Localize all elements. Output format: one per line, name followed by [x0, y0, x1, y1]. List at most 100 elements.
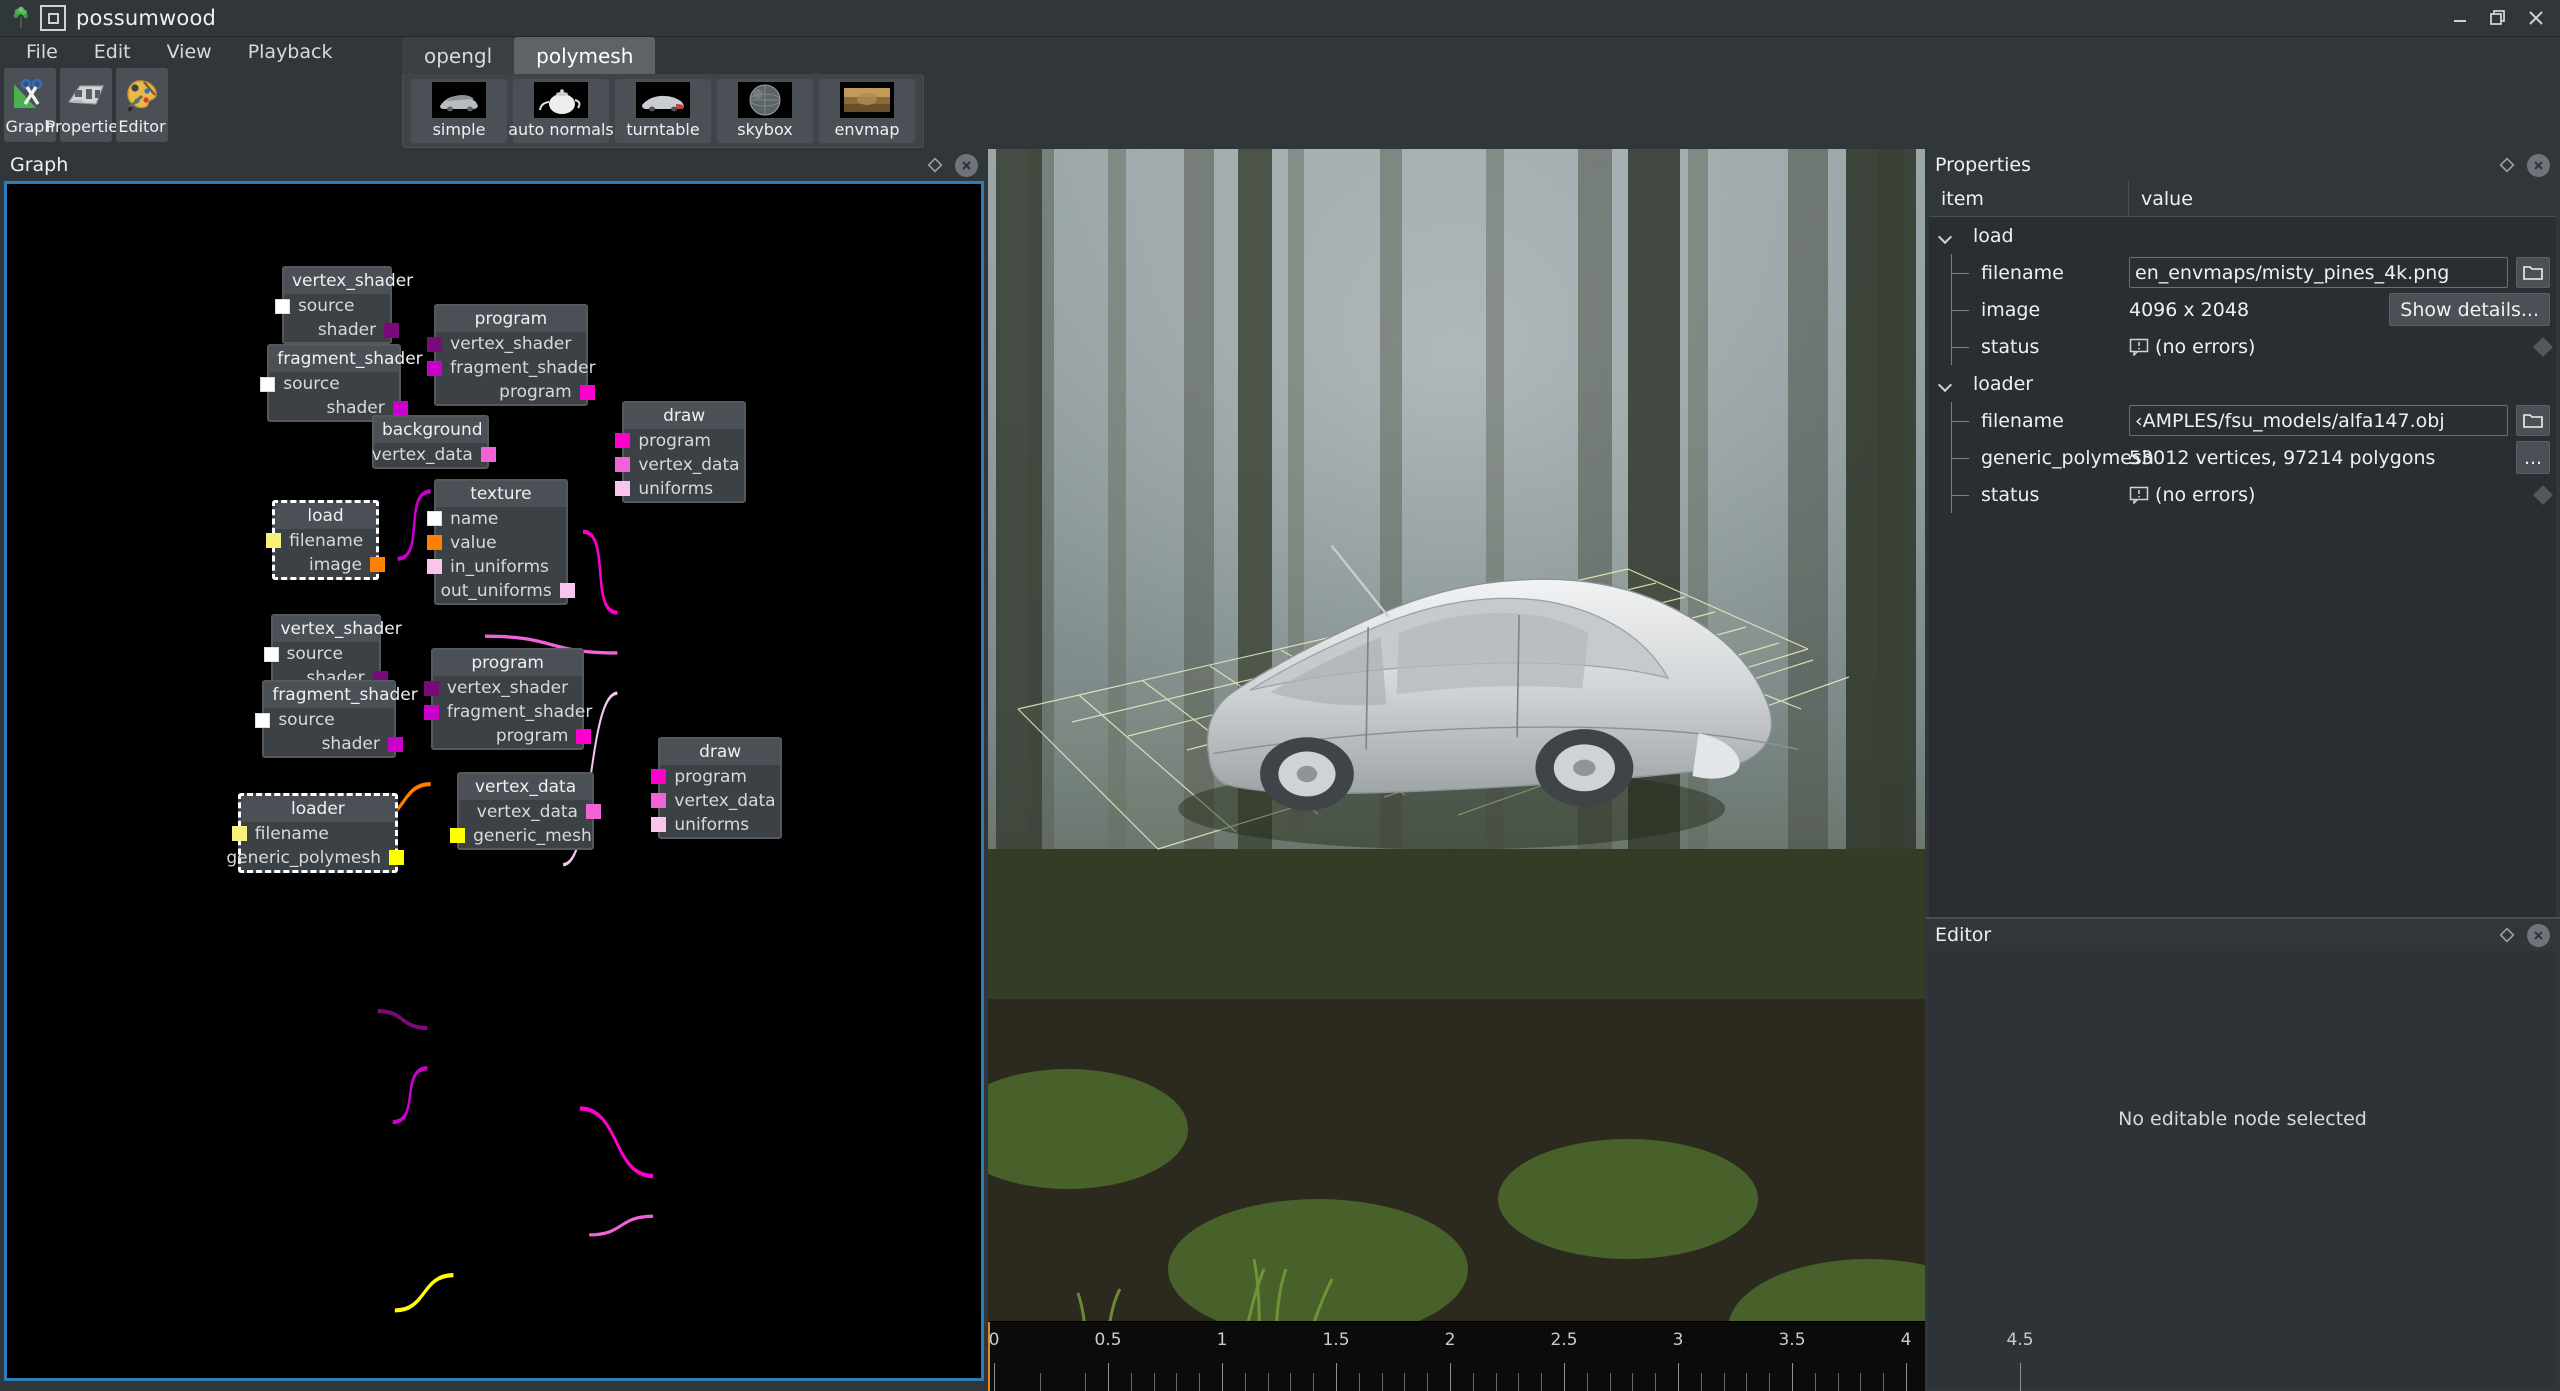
minimize-button[interactable] [2442, 3, 2478, 33]
filename-input[interactable]: ‹AMPLES/fsu_models/alfa147.obj [2129, 405, 2508, 436]
preset-envmap-button[interactable]: envmap [819, 78, 915, 143]
graph-node[interactable]: program vertex_shader fragment_shader progr… [427, 304, 596, 407]
graph-port[interactable] [389, 850, 405, 866]
editor-float-diamond-icon[interactable] [2497, 925, 2517, 945]
graph-panel-close-icon[interactable] [955, 153, 978, 177]
graph-node-port-row[interactable]: vertex_shader [427, 332, 586, 356]
graph-node-port-row[interactable]: generic_polymesh [226, 846, 405, 870]
graph-port[interactable] [427, 511, 443, 527]
graph-port[interactable] [392, 400, 408, 416]
graph-port[interactable] [651, 769, 667, 785]
graph-node-port-row[interactable]: source [260, 372, 399, 396]
menu-item-file[interactable]: File [8, 38, 76, 66]
menu-item-edit[interactable]: Edit [76, 38, 149, 66]
filename-input[interactable]: en_envmaps/misty_pines_4k.png [2129, 257, 2508, 288]
graph-port[interactable] [255, 712, 271, 728]
graph-node[interactable]: fragment_shader source shader [260, 344, 423, 423]
graph-port[interactable] [579, 384, 595, 400]
graph-node-port-row[interactable]: uniforms [651, 813, 780, 837]
graph-port[interactable] [369, 557, 385, 573]
graph-node[interactable]: texture name value in_uniforms out_uniforms [427, 478, 575, 605]
graph-node-port-row[interactable]: shader [264, 732, 403, 756]
property-row[interactable]: image 4096 x 2048 Show details... [1929, 291, 2556, 328]
property-row[interactable]: status (no errors) [1929, 476, 2556, 513]
graph-node-port-row[interactable]: fragment_shader [427, 356, 596, 380]
graph-port[interactable] [423, 704, 439, 720]
graph-node-port-row[interactable]: name [427, 507, 566, 531]
maximize-restore-button[interactable] [2480, 3, 2516, 33]
graph-canvas[interactable]: vertex_shader source shader fragment_shader… [4, 181, 984, 1381]
graph-port[interactable] [615, 481, 631, 497]
show-details-button[interactable]: Show details... [2389, 293, 2550, 326]
graph-node[interactable]: vertex_shader source shader [274, 266, 413, 345]
graph-port[interactable] [615, 457, 631, 473]
float-diamond-icon[interactable] [925, 155, 945, 175]
graph-node-port-row[interactable]: source [274, 294, 390, 318]
graph-node-port-row[interactable]: program [433, 724, 592, 748]
editor-panel-close-icon[interactable] [2527, 923, 2550, 947]
graph-port[interactable] [427, 559, 443, 575]
graph-port[interactable] [266, 533, 282, 549]
property-group-row[interactable]: load [1929, 217, 2556, 254]
chevron-down-icon[interactable] [1939, 229, 1953, 243]
graph-port[interactable] [651, 793, 667, 809]
graph-port[interactable] [260, 376, 276, 392]
render-viewport[interactable] [988, 149, 1925, 1321]
graph-node-port-row[interactable]: filename [266, 529, 376, 553]
graph-node-port-row[interactable]: uniforms [615, 477, 744, 501]
preset-turntable-button[interactable]: turntable [615, 78, 711, 143]
graph-node-port-row[interactable]: program [436, 380, 595, 404]
graph-port[interactable] [384, 322, 400, 338]
menu-item-playback[interactable]: Playback [230, 38, 351, 66]
graph-port[interactable] [263, 646, 279, 662]
folder-icon[interactable] [2516, 405, 2550, 436]
timeline-ruler[interactable]: 0 0.5 1 1.5 2 2.5 3 3.5 4 4.5 [988, 1321, 2034, 1391]
graph-node-port-row[interactable]: vertex_data [372, 443, 496, 467]
graph-node[interactable]: loader filename generic_polymesh [226, 792, 405, 873]
graph-node-port-row[interactable]: in_uniforms [427, 555, 566, 579]
graph-node[interactable]: vertex_data vertex_data generic_mesh [450, 771, 601, 850]
graph-node-port-row[interactable]: shader [284, 318, 400, 342]
properties-float-diamond-icon[interactable] [2497, 155, 2517, 175]
graph-node-port-row[interactable]: value [427, 531, 566, 555]
graph-port[interactable] [576, 728, 592, 744]
graph-port[interactable] [423, 680, 439, 696]
graph-node[interactable]: program vertex_shader fragment_shader progr… [423, 648, 592, 751]
graph-port[interactable] [274, 298, 290, 314]
properties-button[interactable]: Properties [46, 68, 126, 142]
graph-port[interactable] [231, 826, 247, 842]
graph-port[interactable] [387, 736, 403, 752]
graph-node-port-row[interactable]: fragment_shader [423, 700, 592, 724]
graph-node-port-row[interactable]: filename [231, 822, 395, 846]
editor-button[interactable]: Editor [116, 68, 168, 142]
graph-port[interactable] [427, 360, 443, 376]
menu-item-view[interactable]: View [149, 38, 230, 66]
more-options-button[interactable]: ... [2516, 441, 2550, 474]
close-button[interactable] [2518, 3, 2554, 33]
graph-node[interactable]: load filename image [266, 499, 385, 580]
graph-node-port-row[interactable]: image [275, 553, 385, 577]
graph-node[interactable]: draw program vertex_data uniforms [651, 736, 782, 839]
properties-panel-close-icon[interactable] [2527, 153, 2550, 177]
preset-auto-normals-button[interactable]: auto normals [508, 78, 614, 143]
property-row[interactable]: status (no errors) [1929, 328, 2556, 365]
graph-node-port-row[interactable]: program [651, 765, 780, 789]
property-row[interactable]: generic_polymesh 53012 vertices, 97214 po… [1929, 439, 2556, 476]
graph-node[interactable]: fragment_shader source shader [255, 680, 418, 759]
graph-node-port-row[interactable]: vertex_data [459, 800, 601, 824]
graph-node-port-row[interactable]: source [255, 708, 394, 732]
graph-node-port-row[interactable]: out_uniforms [436, 579, 575, 603]
folder-icon[interactable] [2516, 257, 2550, 288]
graph-node[interactable]: draw program vertex_data uniforms [615, 400, 746, 503]
graph-node-port-row[interactable]: vertex_shader [423, 676, 583, 700]
property-row[interactable]: filename en_envmaps/misty_pines_4k.png [1929, 254, 2556, 291]
preset-skybox-button[interactable]: skybox [717, 78, 813, 143]
graph-node-port-row[interactable]: generic_mesh [450, 824, 592, 848]
graph-node-port-row[interactable]: vertex_data [651, 789, 780, 813]
preset-simple-button[interactable]: simple [411, 78, 507, 143]
graph-port[interactable] [559, 583, 575, 599]
graph-port[interactable] [651, 817, 667, 833]
graph-port[interactable] [615, 433, 631, 449]
property-row[interactable]: filename ‹AMPLES/fsu_models/alfa147.obj [1929, 402, 2556, 439]
chevron-down-icon[interactable] [1939, 377, 1953, 391]
